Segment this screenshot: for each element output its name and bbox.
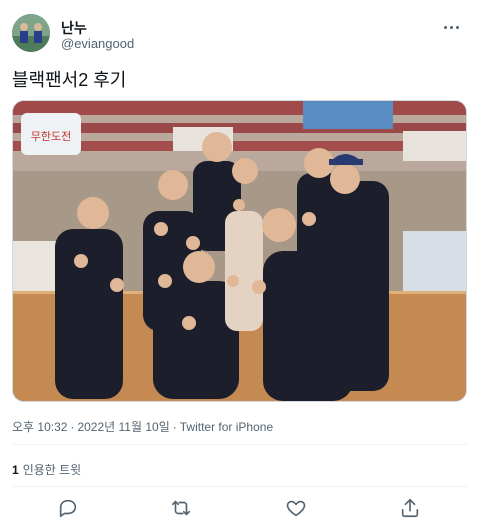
author-handle[interactable]: @eviangood — [61, 36, 134, 51]
heart-icon[interactable] — [285, 497, 307, 519]
tweet-photo[interactable]: 무한도전 — [12, 100, 467, 402]
tweet-date[interactable]: 2022년 11월 10일 — [77, 420, 169, 434]
tweet-time[interactable]: 오후 10:32 — [12, 420, 67, 434]
author-name[interactable]: 난누 — [61, 18, 87, 38]
banner-logo-text: 무한도전 — [31, 130, 71, 143]
meta-separator: · — [172, 420, 177, 434]
divider — [12, 486, 468, 487]
quote-count: 1 — [12, 463, 19, 477]
share-icon[interactable] — [399, 497, 421, 519]
quote-tweets-stat[interactable]: 1 인용한 트윗 — [12, 461, 81, 478]
tweet-text: 블랙팬서2 후기 — [12, 70, 127, 90]
quote-label: 인용한 트윗 — [22, 463, 82, 477]
reply-icon[interactable] — [57, 497, 79, 519]
more-dots-icon[interactable] — [440, 18, 464, 38]
tweet-source[interactable]: Twitter for iPhone — [180, 420, 273, 434]
tweet-meta: 오후 10:32 · 2022년 11월 10일 · Twitter for iPhon… — [12, 418, 273, 435]
tweet-header: 난누 @eviangood — [12, 14, 468, 54]
action-bar — [0, 497, 480, 519]
meta-separator: · — [70, 420, 75, 434]
retweet-icon[interactable] — [170, 497, 192, 519]
avatar[interactable] — [12, 14, 50, 52]
divider — [12, 444, 468, 445]
